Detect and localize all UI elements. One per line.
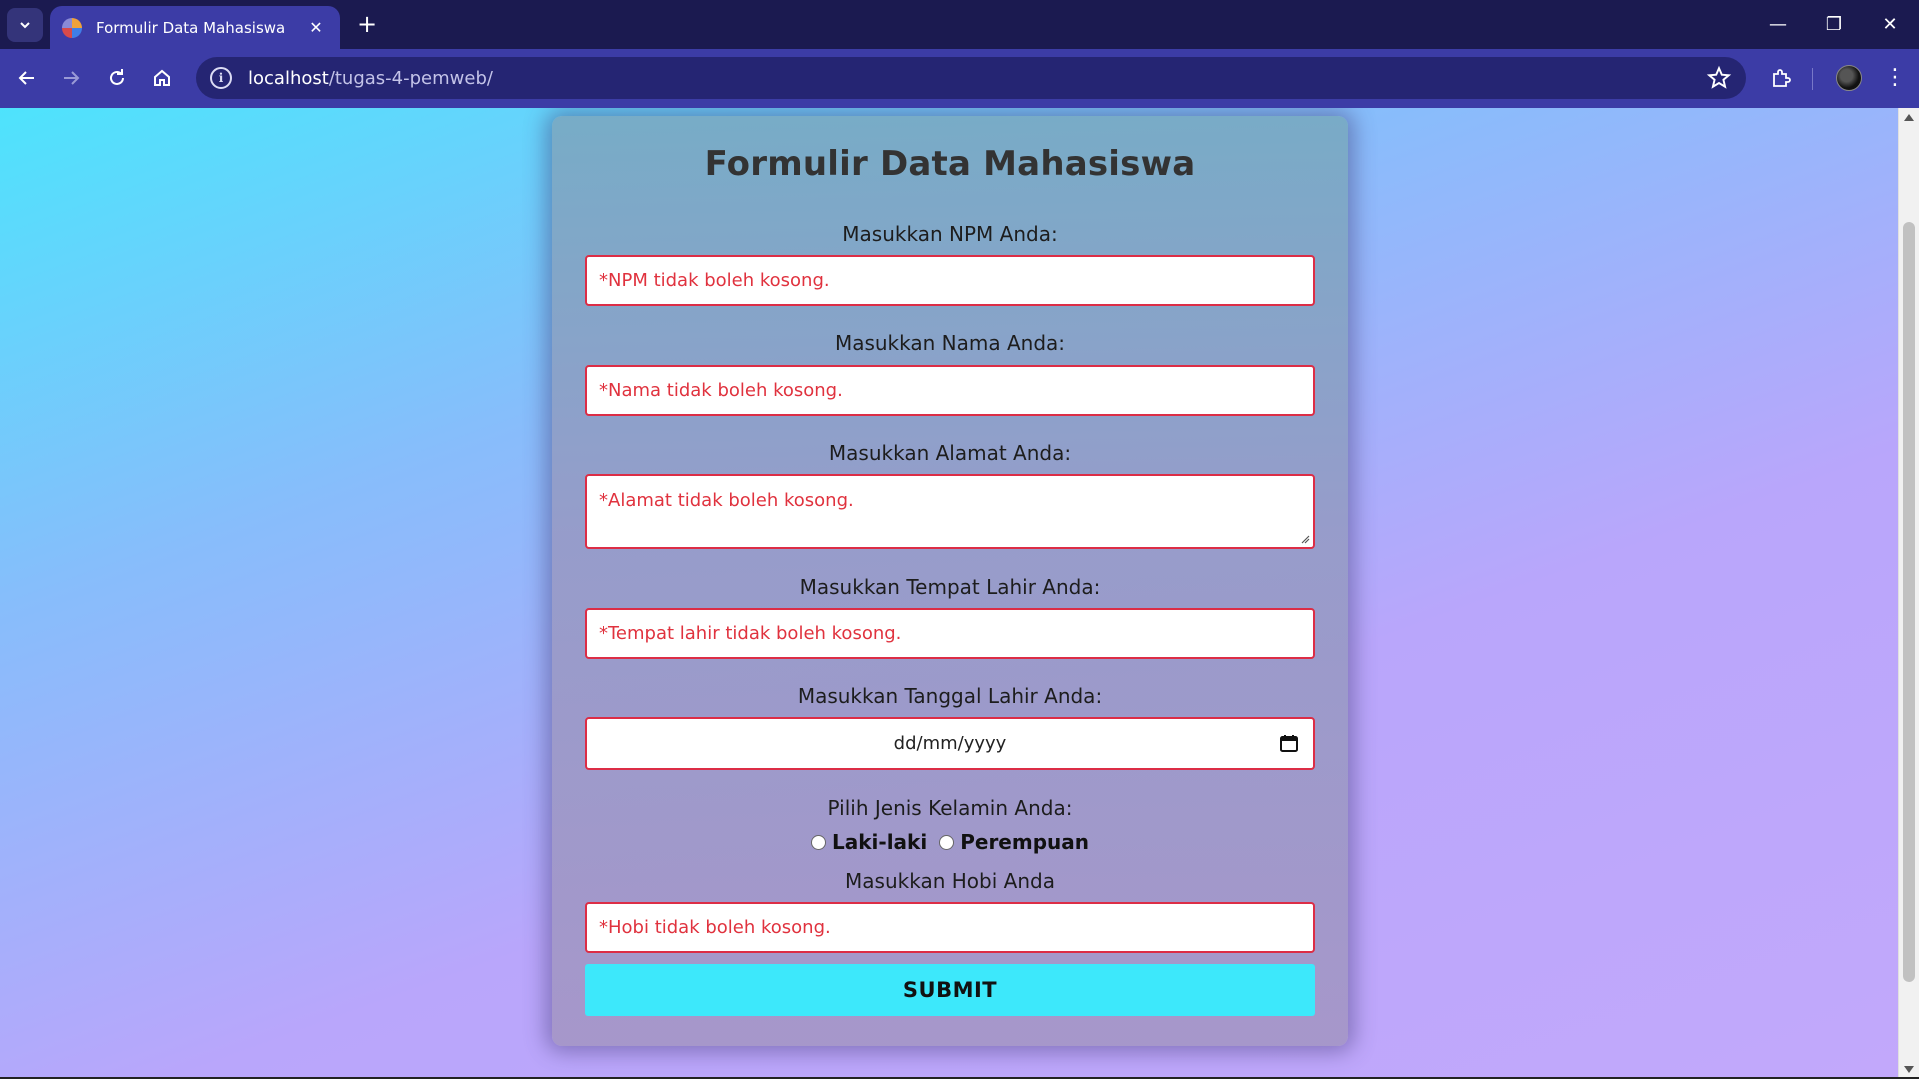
url-path: /tugas-4-pemweb/ [328, 67, 493, 89]
browser-tabstrip: Formulir Data Mahasiswa ✕ + — ❐ ✕ [0, 0, 1919, 49]
scrollbar-thumb[interactable] [1903, 222, 1915, 982]
tempat-lahir-input[interactable]: *Tempat lahir tidak boleh kosong. [585, 608, 1315, 659]
back-button[interactable] [8, 59, 46, 97]
site-info-icon[interactable]: i [210, 67, 232, 89]
favicon-icon [62, 17, 82, 38]
new-tab-button[interactable]: + [352, 10, 382, 40]
browser-toolbar: i localhost/tugas-4-pemweb/ ⋮ [0, 49, 1919, 108]
browser-tab-active[interactable]: Formulir Data Mahasiswa ✕ [50, 6, 340, 49]
arrow-left-icon [18, 71, 34, 85]
resize-handle-icon[interactable] [1300, 534, 1310, 544]
alamat-error-text: *Alamat tidak boleh kosong. [599, 490, 854, 511]
bookmark-star-icon[interactable] [1706, 65, 1732, 91]
tanggal-lahir-label: Masukkan Tanggal Lahir Anda: [797, 684, 1103, 708]
npm-label: Masukkan NPM Anda: [842, 222, 1058, 246]
profile-avatar[interactable] [1836, 65, 1862, 91]
tab-close-button[interactable]: ✕ [304, 18, 328, 37]
jenis-kelamin-group: Laki-laki Perempuan [552, 830, 1348, 854]
chevron-down-icon [20, 22, 30, 29]
extensions-button[interactable] [1762, 59, 1800, 97]
radio-perempuan[interactable] [939, 834, 955, 850]
puzzle-icon [1773, 69, 1791, 87]
scroll-up-icon[interactable] [1904, 114, 1914, 121]
form-title: Formulir Data Mahasiswa [704, 144, 1196, 184]
tab-title: Formulir Data Mahasiswa [96, 18, 286, 37]
arrow-right-icon [64, 71, 80, 85]
page-scrollbar[interactable] [1898, 108, 1919, 1079]
home-button[interactable] [143, 59, 181, 97]
browser-menu-button[interactable]: ⋮ [1884, 63, 1906, 93]
home-icon [154, 69, 170, 86]
tab-search-button[interactable] [7, 8, 43, 42]
jenis-kelamin-label: Pilih Jenis Kelamin Anda: [827, 796, 1073, 820]
address-bar[interactable]: i localhost/tugas-4-pemweb/ [196, 57, 1746, 99]
form-card: Formulir Data Mahasiswa Masukkan NPM And… [552, 116, 1348, 1046]
restore-button[interactable]: ❐ [1814, 10, 1854, 40]
toolbar-separator [1812, 68, 1813, 90]
nama-input[interactable]: *Nama tidak boleh kosong. [585, 365, 1315, 416]
hobi-error-text: *Hobi tidak boleh kosong. [599, 917, 831, 938]
reload-icon [110, 69, 124, 85]
close-window-button[interactable]: ✕ [1870, 10, 1910, 40]
alamat-textarea[interactable]: *Alamat tidak boleh kosong. [585, 474, 1315, 549]
date-placeholder: dd/mm/yyyy [893, 733, 1007, 754]
calendar-icon[interactable] [1279, 733, 1299, 753]
hobi-input[interactable]: *Hobi tidak boleh kosong. [585, 902, 1315, 953]
minimize-button[interactable]: — [1758, 10, 1798, 40]
npm-error-text: *NPM tidak boleh kosong. [599, 270, 830, 291]
tanggal-lahir-date-input[interactable]: dd/mm/yyyy [585, 717, 1315, 770]
submit-button[interactable]: SUBMIT [585, 964, 1315, 1016]
radio-laki-laki[interactable] [811, 834, 826, 850]
url-host: localhost [248, 67, 329, 89]
nama-label: Masukkan Nama Anda: [834, 331, 1066, 355]
reload-button[interactable] [98, 59, 136, 97]
alamat-label: Masukkan Alamat Anda: [828, 441, 1072, 465]
nama-error-text: *Nama tidak boleh kosong. [599, 380, 843, 401]
radio-label-laki-laki[interactable]: Laki-laki [832, 830, 927, 854]
tempat-lahir-error-text: *Tempat lahir tidak boleh kosong. [599, 623, 902, 644]
radio-label-perempuan[interactable]: Perempuan [960, 830, 1089, 854]
url-text: localhost/tugas-4-pemweb/ [248, 68, 493, 89]
scroll-down-icon[interactable] [1904, 1066, 1914, 1073]
forward-button[interactable] [52, 59, 90, 97]
page-viewport: Formulir Data Mahasiswa Masukkan NPM And… [0, 108, 1919, 1079]
tempat-lahir-label: Masukkan Tempat Lahir Anda: [799, 575, 1101, 599]
npm-input[interactable]: *NPM tidak boleh kosong. [585, 255, 1315, 306]
hobi-label: Masukkan Hobi Anda [845, 869, 1055, 893]
